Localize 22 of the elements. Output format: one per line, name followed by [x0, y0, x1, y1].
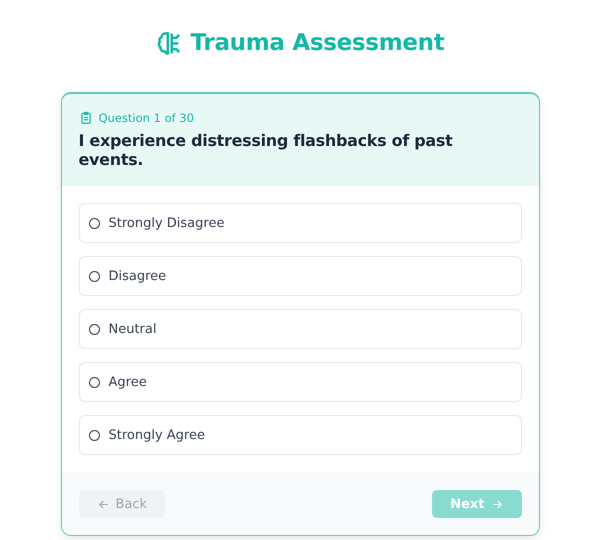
question-counter: Question 1 of 30	[98, 111, 194, 125]
radio-button[interactable]	[88, 430, 100, 440]
option-label: Agree	[108, 374, 147, 390]
option-label: Disagree	[108, 268, 166, 284]
answer-option[interactable]: Neutral	[78, 309, 522, 349]
answer-option[interactable]: Agree	[78, 362, 522, 402]
answer-option[interactable]: Disagree	[78, 256, 522, 296]
option-label: Neutral	[108, 322, 156, 336]
radio-button[interactable]	[88, 376, 100, 388]
page-title: Trauma Assessment	[190, 30, 444, 56]
radio-button[interactable]	[88, 218, 100, 228]
answer-option[interactable]: Strongly Agree	[78, 415, 522, 455]
option-label: Strongly Disagree	[108, 216, 224, 230]
arrow-right-icon	[490, 498, 504, 510]
clipboard-icon	[78, 111, 92, 125]
arrow-left-icon	[96, 498, 110, 510]
answer-option[interactable]: Strongly Disagree	[78, 203, 522, 243]
option-label: Strongly Agree	[108, 428, 205, 442]
radio-button[interactable]	[88, 270, 100, 282]
brain-icon	[156, 30, 183, 56]
question-text: I experience distressing flashbacks of past events.	[78, 131, 454, 169]
radio-button[interactable]	[88, 324, 100, 334]
